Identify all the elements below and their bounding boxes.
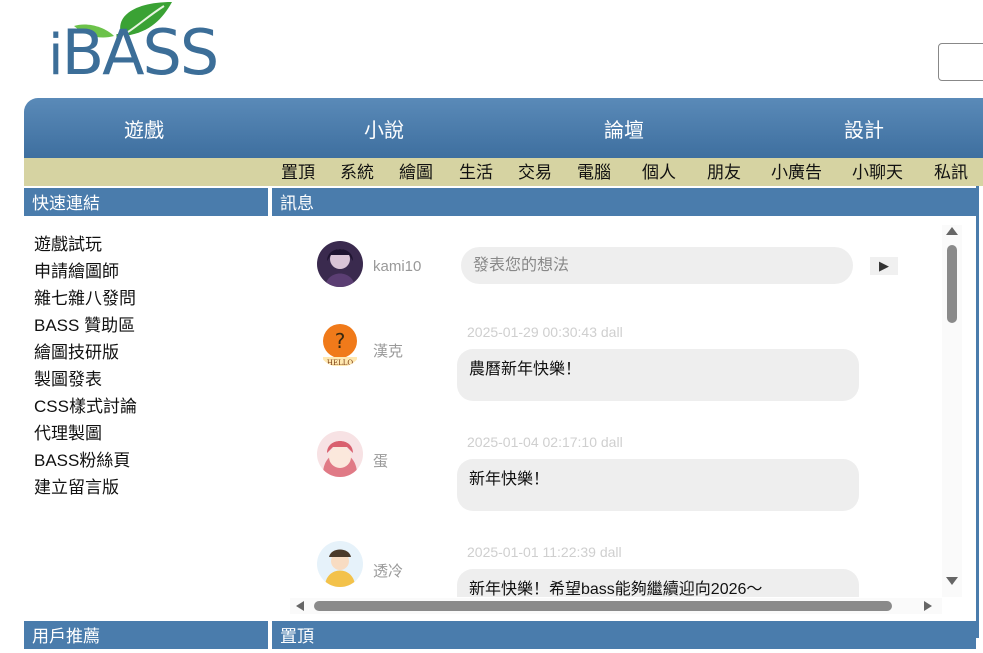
sub-nav: 置頂 系統 繪圖 生活 交易 電腦 個人 朋友 小廣告 小聊天 私訊	[24, 158, 983, 186]
sub-nav-friends[interactable]: 朋友	[707, 158, 741, 188]
post-meta: 2025-01-04 02:17:10 dall	[467, 434, 623, 450]
quick-link-drawing-tech[interactable]: 繪圖技研版	[34, 339, 137, 366]
main-nav-novels[interactable]: 小說	[264, 98, 504, 158]
avatar[interactable]: ? HELLO	[317, 321, 363, 367]
quick-links-list: 遊戲試玩 申請繪圖師 雜七雜八發問 BASS 贊助區 繪圖技研版 製圖發表 CS…	[34, 231, 137, 501]
logo-main: BASS	[61, 16, 220, 89]
sub-nav-personal[interactable]: 個人	[642, 158, 676, 188]
quick-link-apply-artist[interactable]: 申請繪圖師	[34, 258, 137, 285]
sub-nav-trade[interactable]: 交易	[518, 158, 552, 188]
quick-link-create-board[interactable]: 建立留言版	[34, 474, 137, 501]
quick-link-sponsor[interactable]: BASS 贊助區	[34, 312, 137, 339]
post-username: 透冷	[373, 563, 404, 580]
sub-nav-pinned[interactable]: 置頂	[281, 158, 315, 188]
right-divider	[976, 186, 979, 638]
messages-vertical-scrollbar[interactable]	[942, 225, 962, 597]
main-nav: 遊戲 小說 論壇 設計	[24, 98, 983, 158]
post-text: 新年快樂！希望bass能夠繼續迎向2026～	[457, 569, 859, 597]
quick-link-game-trial[interactable]: 遊戲試玩	[34, 231, 137, 258]
pinned-header: 置頂	[272, 621, 976, 649]
quick-link-css-discussion[interactable]: CSS樣式討論	[34, 393, 137, 420]
logo-prefix: i	[48, 23, 64, 88]
avatar[interactable]	[317, 431, 363, 477]
user-avatar-icon	[317, 541, 363, 587]
scroll-left-icon[interactable]	[296, 601, 304, 611]
main-nav-forum[interactable]: 論壇	[504, 98, 744, 158]
quick-link-proxy-graphics[interactable]: 代理製圖	[34, 420, 137, 447]
current-username: kami10	[373, 258, 422, 275]
post-text: 新年快樂！	[457, 459, 859, 511]
vertical-scroll-thumb[interactable]	[947, 245, 957, 323]
sub-nav-chat[interactable]: 小聊天	[852, 158, 903, 188]
search-input[interactable]	[938, 43, 983, 81]
main-nav-games[interactable]: 遊戲	[24, 98, 264, 158]
logo-wordmark: iBASS	[48, 22, 219, 84]
scroll-up-icon[interactable]	[946, 227, 958, 235]
sub-nav-system[interactable]: 系統	[340, 158, 374, 188]
messages-panel: kami10 ▶ ? HELLO 漢克 2025-01-29 00:30:43 …	[290, 225, 940, 597]
avatar[interactable]	[317, 541, 363, 587]
user-avatar-icon	[317, 241, 363, 287]
quick-link-graphic-publish[interactable]: 製圖發表	[34, 366, 137, 393]
sub-nav-private-msg[interactable]: 私訊	[934, 158, 968, 188]
user-avatar-icon	[317, 431, 363, 477]
messages-header: 訊息	[272, 188, 976, 216]
send-button[interactable]: ▶	[870, 257, 898, 275]
quick-links-header: 快速連結	[24, 188, 268, 216]
quick-link-misc-questions[interactable]: 雜七雜八發問	[34, 285, 137, 312]
sub-nav-life[interactable]: 生活	[459, 158, 493, 188]
post-username: 蛋	[373, 453, 389, 470]
post-meta: 2025-01-29 00:30:43 dall	[467, 324, 623, 340]
user-avatar-icon: ? HELLO	[317, 321, 363, 367]
quick-link-fan-page[interactable]: BASS粉絲頁	[34, 447, 137, 474]
avatar[interactable]	[317, 241, 363, 287]
messages-horizontal-scrollbar[interactable]	[290, 598, 942, 614]
sub-nav-drawing[interactable]: 繪圖	[399, 158, 433, 188]
scroll-down-icon[interactable]	[946, 577, 958, 585]
recommend-header: 用戶推薦	[24, 621, 268, 649]
post-username: 漢克	[373, 343, 404, 360]
sub-nav-computer[interactable]: 電腦	[577, 158, 611, 188]
post-meta: 2025-01-01 11:22:39 dall	[467, 544, 622, 560]
site-logo[interactable]: iBASS	[44, 0, 244, 95]
post-input[interactable]	[461, 247, 853, 284]
sub-nav-small-ads[interactable]: 小廣告	[771, 158, 822, 188]
main-nav-design[interactable]: 設計	[744, 98, 983, 158]
horizontal-scroll-thumb[interactable]	[314, 601, 892, 611]
post-text: 農曆新年快樂！	[457, 349, 859, 401]
scroll-right-icon[interactable]	[924, 601, 932, 611]
svg-text:?: ?	[335, 329, 346, 353]
avatar-caption: HELLO	[327, 359, 354, 367]
